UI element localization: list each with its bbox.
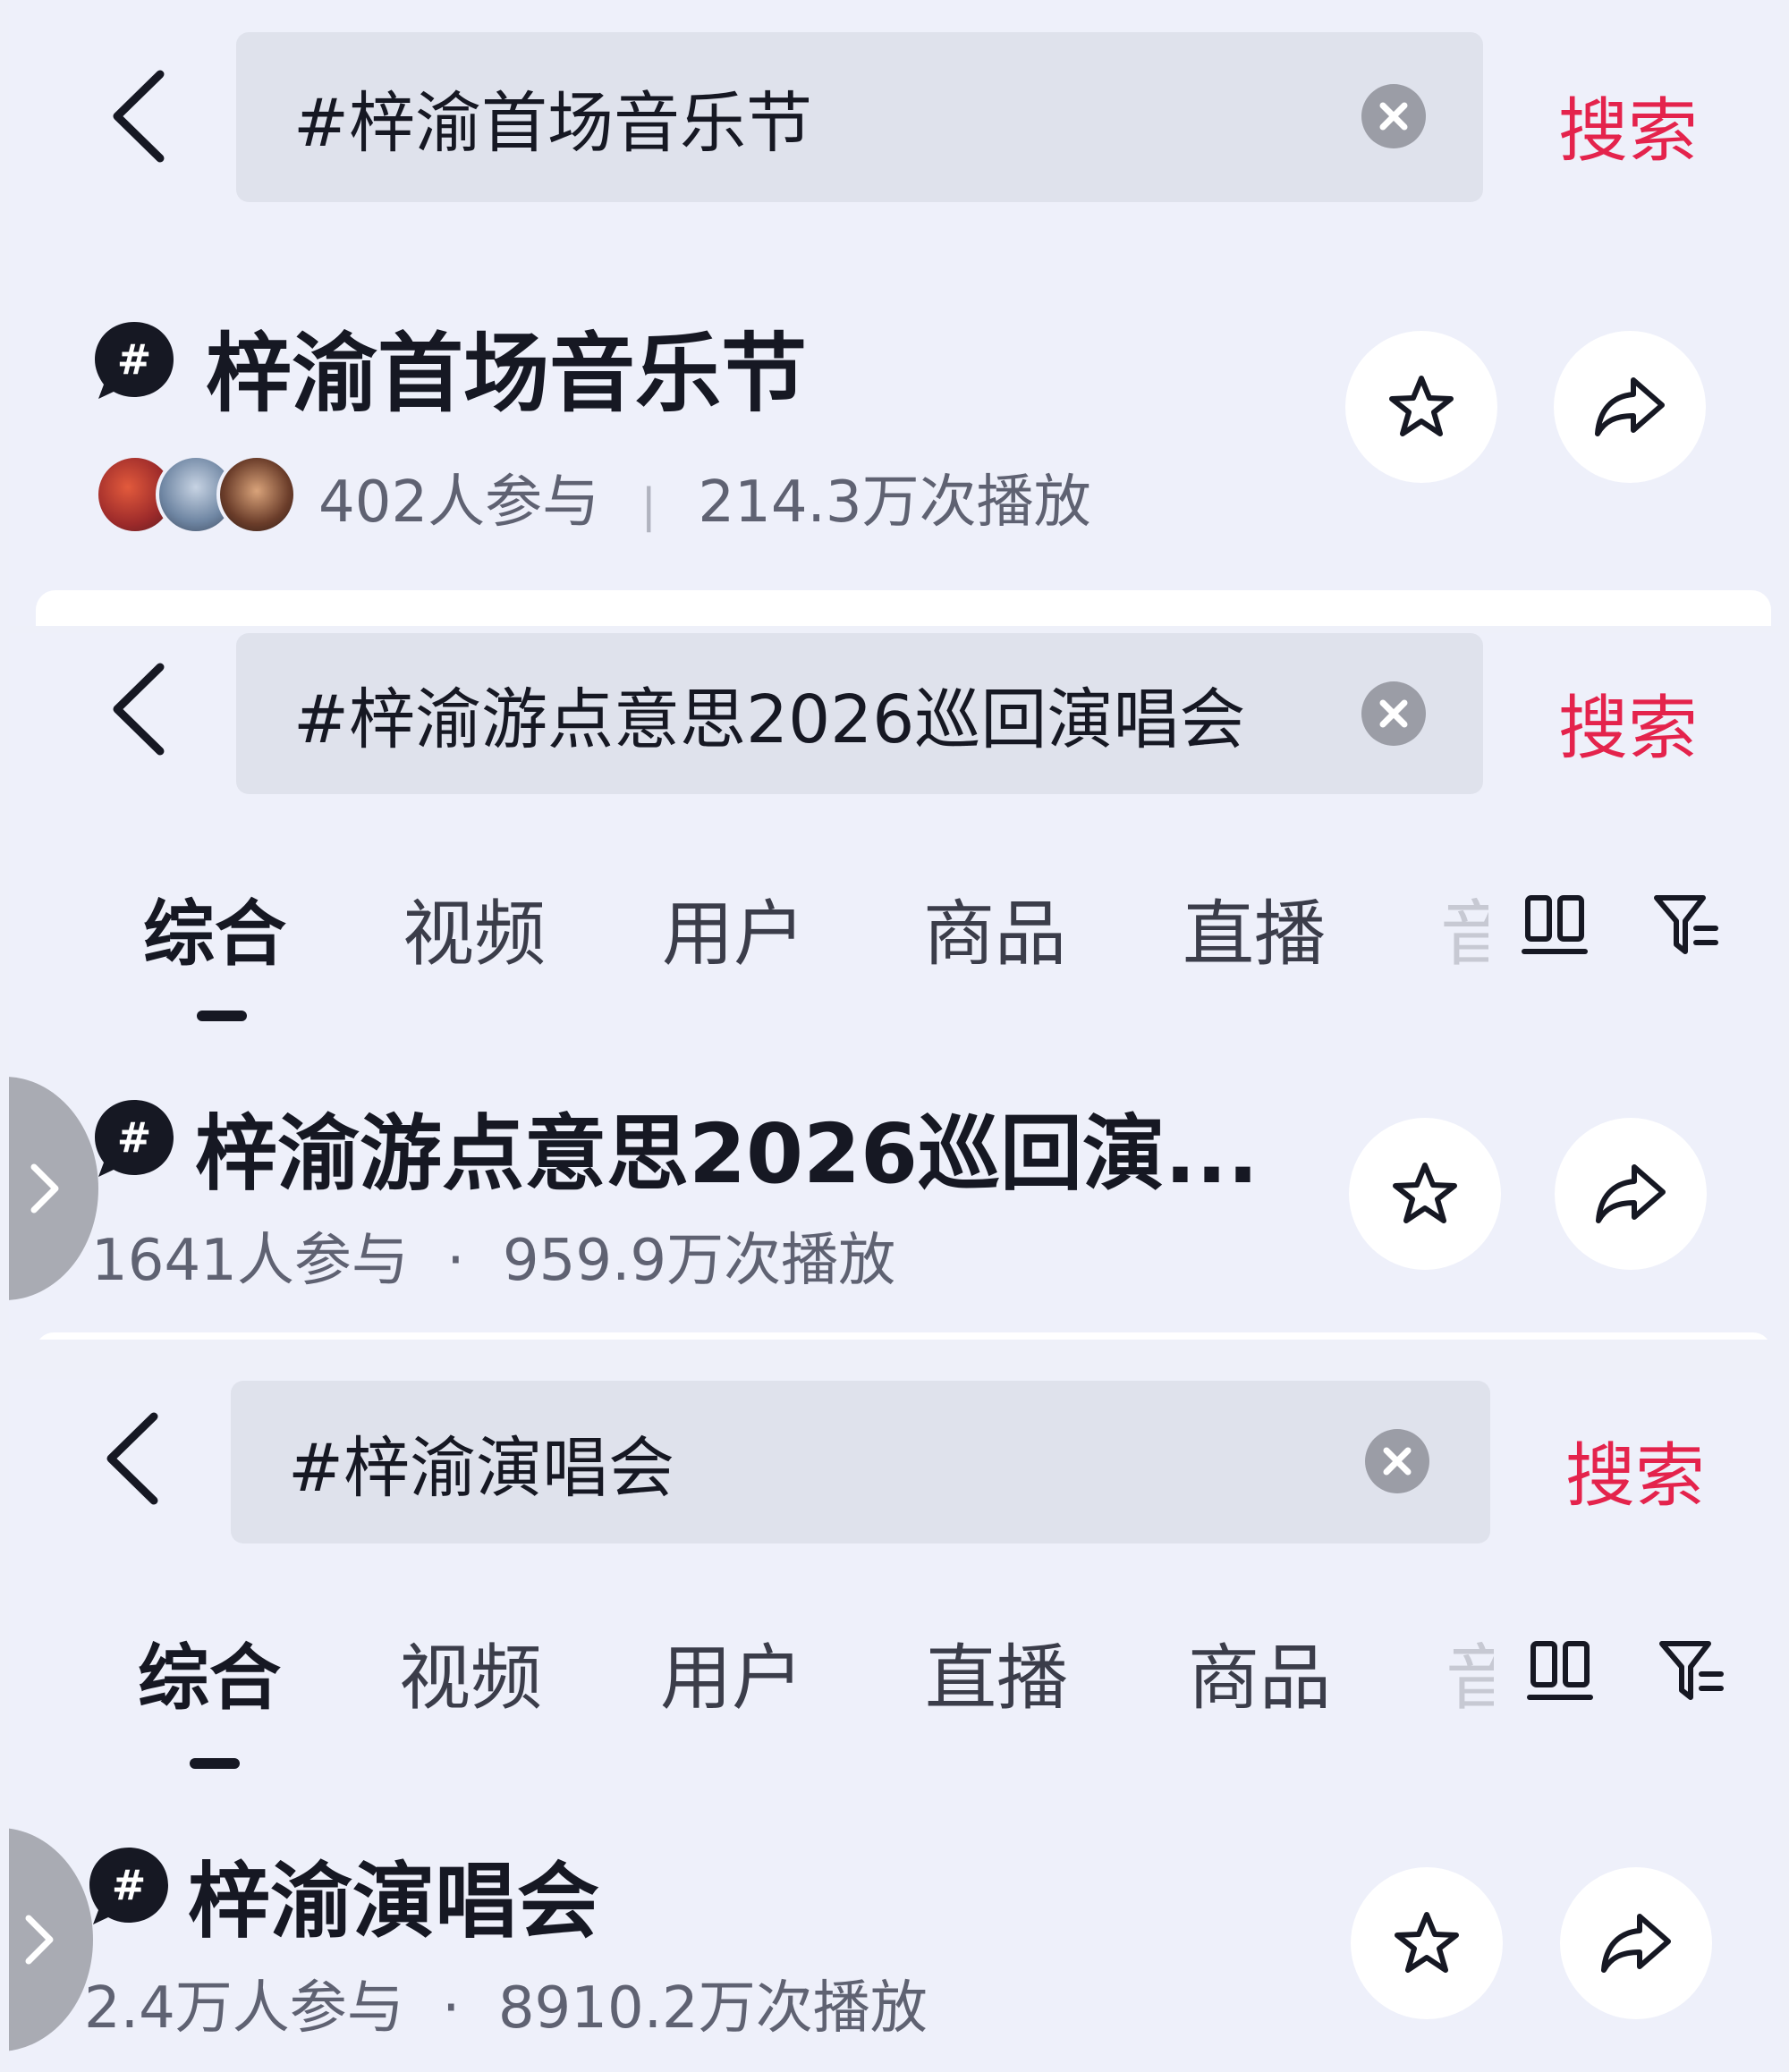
topic-stats: 402人参与 | 214.3万次播放 [318,456,1091,538]
search-input[interactable]: #梓渝首场音乐节 [236,32,1483,202]
back-button[interactable] [97,1409,168,1508]
favorite-button[interactable] [1345,331,1497,483]
back-arrow-icon [113,663,165,756]
back-button[interactable] [103,660,174,758]
tab-comprehensive[interactable]: 综合 [143,876,286,980]
share-icon [1595,377,1665,436]
clear-icon [1379,699,1408,728]
side-expand-handle[interactable] [9,1077,98,1300]
content-card-edge [36,590,1771,626]
content-card-edge [36,1332,1771,1340]
search-query-text: #梓渝首场音乐节 [293,84,813,162]
side-expand-handle[interactable] [9,1828,93,2051]
play-count: 214.3万次播放 [698,469,1091,536]
tab-user[interactable]: 用户 [662,876,805,980]
tab-user[interactable]: 用户 [660,1620,803,1724]
clear-search-button[interactable] [1365,1429,1429,1493]
hashtag-icon: # [95,1100,174,1177]
search-panel-3: #梓渝演唱会 搜索 综合 视频 用户 直播 商品 音 # 梓渝演唱会 2.4万人… [9,1379,1780,2072]
filter-icon[interactable] [1651,889,1723,960]
play-count: 959.9万次播放 [502,1228,896,1294]
play-count: 8910.2万次播放 [497,1975,928,2042]
share-icon [1601,1914,1671,1973]
filter-icon[interactable] [1657,1635,1728,1706]
clear-icon [1379,102,1408,131]
search-panel-1: #梓渝首场音乐节 搜索 # 梓渝首场音乐节 402人参与 | 214.3万次播放 [9,0,1780,626]
topic-title[interactable]: 梓渝演唱会 [188,1835,599,1954]
topic-title[interactable]: 梓渝首场音乐节 [206,304,807,428]
share-button[interactable] [1555,1118,1707,1270]
star-icon [1395,1912,1459,1973]
grid-view-icon[interactable] [1526,1635,1598,1706]
star-icon [1389,376,1454,436]
active-tab-indicator [190,1758,240,1769]
star-icon [1393,1163,1457,1223]
share-button[interactable] [1554,331,1706,483]
tab-video[interactable]: 视频 [403,876,546,980]
tab-product[interactable]: 商品 [1188,1620,1331,1724]
back-button[interactable] [103,67,174,165]
favorite-button[interactable] [1349,1118,1501,1270]
clear-icon [1383,1447,1412,1476]
search-input[interactable]: #梓渝游点意思2026巡回演唱会 [236,633,1483,794]
stat-divider: · [442,1975,461,2042]
stat-divider: | [640,479,657,533]
participant-count: 402人参与 [318,469,600,536]
svg-text:#: # [112,1861,147,1909]
tab-live[interactable]: 直播 [1183,876,1326,980]
search-query-text: #梓渝游点意思2026巡回演唱会 [293,681,1246,758]
tab-music-partial[interactable]: 音 [1446,1620,1494,1724]
avatar [216,454,297,535]
participant-count: 1641人参与 [91,1228,409,1294]
topic-stats: 1641人参与 · 959.9万次播放 [91,1214,895,1297]
active-tab-indicator [197,1011,247,1021]
tab-music-partial[interactable]: 音 [1440,876,1488,980]
clear-search-button[interactable] [1361,681,1426,746]
tab-video[interactable]: 视频 [399,1620,542,1724]
tab-product[interactable]: 商品 [923,876,1066,980]
share-icon [1596,1164,1666,1223]
clear-search-button[interactable] [1361,84,1426,148]
search-button[interactable]: 搜索 [1558,75,1698,175]
hashtag-icon: # [95,322,174,399]
chevron-right-icon [30,1163,59,1214]
tab-comprehensive[interactable]: 综合 [138,1620,281,1724]
svg-text:#: # [117,1113,152,1162]
share-button[interactable] [1560,1867,1712,2019]
search-input[interactable]: #梓渝演唱会 [231,1381,1490,1543]
search-button[interactable]: 搜索 [1558,672,1698,773]
back-arrow-icon [113,70,165,163]
hashtag-icon: # [89,1848,168,1924]
tab-live[interactable]: 直播 [925,1620,1068,1724]
back-arrow-icon [106,1412,158,1505]
stat-divider: · [446,1228,465,1294]
topic-title[interactable]: 梓渝游点意思2026巡回演... [195,1087,1259,1206]
topic-stats: 2.4万人参与 · 8910.2万次播放 [84,1962,928,2044]
chevron-right-icon [25,1915,54,1965]
grid-view-icon[interactable] [1521,889,1592,960]
search-panel-2: #梓渝游点意思2026巡回演唱会 搜索 综合 视频 用户 商品 直播 音 # 梓… [9,633,1780,1340]
participant-count: 2.4万人参与 [84,1975,404,2042]
search-button[interactable]: 搜索 [1565,1420,1705,1520]
search-query-text: #梓渝演唱会 [288,1429,675,1507]
svg-text:#: # [117,335,152,384]
favorite-button[interactable] [1351,1867,1503,2019]
